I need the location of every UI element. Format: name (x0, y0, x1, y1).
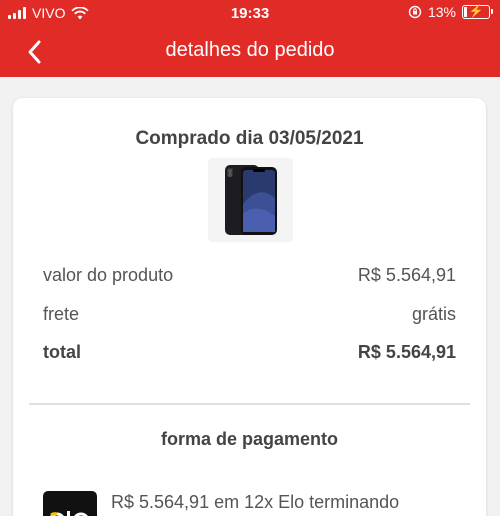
total-row: total R$ 5.564,91 (43, 342, 456, 363)
row-value: grátis (411, 304, 456, 324)
row-value: R$ 5.564,91 (357, 265, 456, 285)
elo-card-icon (43, 491, 97, 516)
row-label: frete (43, 304, 80, 324)
status-bar: VIVO 19:33 13% ⚡ (0, 0, 500, 26)
charging-bolt-icon: ⚡ (468, 4, 484, 18)
product-image[interactable] (208, 158, 293, 242)
battery-percent: 13% (427, 4, 456, 20)
row-value: R$ 5.564,91 (357, 342, 456, 362)
phone-image (224, 165, 277, 235)
row-label: valor do produto (43, 265, 174, 285)
payment-section-title: forma de pagamento (160, 429, 339, 449)
order-details-card: Comprado dia 03/05/2021 valor do produto… (13, 98, 486, 516)
payment-description: R$ 5.564,91 em 12x Elo terminando (111, 492, 400, 512)
battery-icon: ⚡ (462, 4, 493, 19)
orientation-lock-icon (408, 5, 422, 19)
divider (29, 403, 470, 405)
page-title: detalhes do pedido (165, 39, 335, 61)
shipping-row: frete grátis (43, 304, 456, 325)
header: detalhes do pedido (0, 26, 500, 77)
payment-method: R$ 5.564,91 em 12x Elo terminando (43, 491, 463, 516)
product-value-row: valor do produto R$ 5.564,91 (43, 265, 456, 286)
purchase-date: Comprado dia 03/05/2021 (135, 128, 364, 149)
row-label: total (43, 342, 81, 362)
top-bar: VIVO 19:33 13% ⚡ detalhes do pedido (0, 0, 500, 77)
